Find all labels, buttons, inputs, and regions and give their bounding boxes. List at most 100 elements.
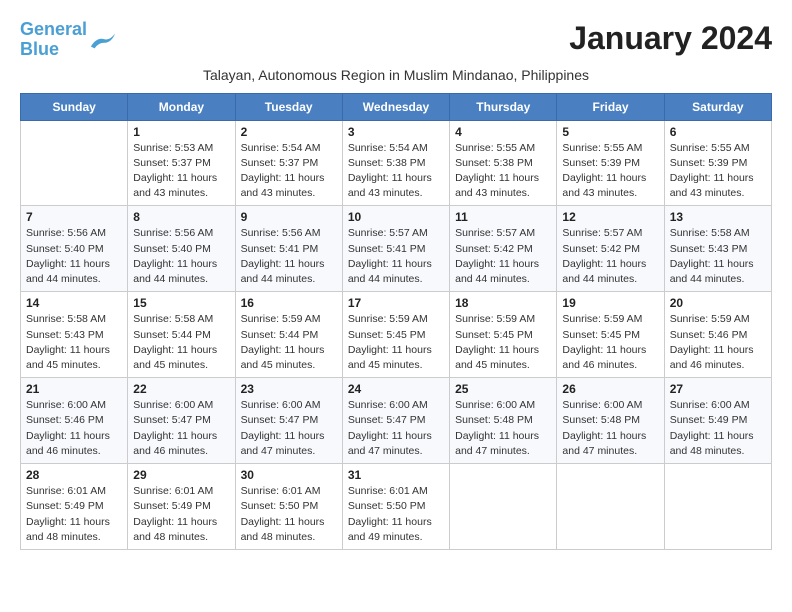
- day-number: 14: [26, 296, 122, 310]
- day-info: Sunrise: 5:55 AMSunset: 5:39 PMDaylight:…: [562, 141, 658, 202]
- day-info: Sunrise: 6:00 AMSunset: 5:49 PMDaylight:…: [670, 398, 766, 459]
- day-info: Sunrise: 5:59 AMSunset: 5:44 PMDaylight:…: [241, 312, 337, 373]
- day-info: Sunrise: 5:59 AMSunset: 5:46 PMDaylight:…: [670, 312, 766, 373]
- day-number: 12: [562, 210, 658, 224]
- day-of-week-header: Wednesday: [342, 93, 449, 120]
- day-info: Sunrise: 5:56 AMSunset: 5:40 PMDaylight:…: [26, 226, 122, 287]
- calendar-cell: [664, 464, 771, 550]
- calendar-cell: 25 Sunrise: 6:00 AMSunset: 5:48 PMDayligh…: [450, 378, 557, 464]
- day-number: 28: [26, 468, 122, 482]
- calendar-cell: 26 Sunrise: 6:00 AMSunset: 5:48 PMDayligh…: [557, 378, 664, 464]
- day-number: 24: [348, 382, 444, 396]
- day-info: Sunrise: 6:00 AMSunset: 5:46 PMDaylight:…: [26, 398, 122, 459]
- day-info: Sunrise: 5:59 AMSunset: 5:45 PMDaylight:…: [455, 312, 551, 373]
- day-of-week-header: Monday: [128, 93, 235, 120]
- day-number: 31: [348, 468, 444, 482]
- day-number: 25: [455, 382, 551, 396]
- day-info: Sunrise: 6:01 AMSunset: 5:50 PMDaylight:…: [241, 484, 337, 545]
- day-info: Sunrise: 5:59 AMSunset: 5:45 PMDaylight:…: [562, 312, 658, 373]
- day-info: Sunrise: 5:58 AMSunset: 5:44 PMDaylight:…: [133, 312, 229, 373]
- day-number: 20: [670, 296, 766, 310]
- calendar-cell: 1 Sunrise: 5:53 AMSunset: 5:37 PMDaylight…: [128, 120, 235, 206]
- calendar-cell: 11Sunrise: 5:57 AMSunset: 5:42 PMDayligh…: [450, 206, 557, 292]
- calendar-cell: 19Sunrise: 5:59 AMSunset: 5:45 PMDayligh…: [557, 292, 664, 378]
- logo-bird-icon: [89, 29, 117, 51]
- calendar-cell: 17 Sunrise: 5:59 AMSunset: 5:45 PMDayligh…: [342, 292, 449, 378]
- calendar-cell: 29Sunrise: 6:01 AMSunset: 5:49 PMDayligh…: [128, 464, 235, 550]
- calendar-cell: 13 Sunrise: 5:58 AMSunset: 5:43 PMDayligh…: [664, 206, 771, 292]
- day-number: 13: [670, 210, 766, 224]
- day-info: Sunrise: 5:58 AMSunset: 5:43 PMDaylight:…: [26, 312, 122, 373]
- calendar-cell: 6 Sunrise: 5:55 AMSunset: 5:39 PMDaylight…: [664, 120, 771, 206]
- day-number: 18: [455, 296, 551, 310]
- day-of-week-header: Sunday: [21, 93, 128, 120]
- day-number: 23: [241, 382, 337, 396]
- day-info: Sunrise: 5:56 AMSunset: 5:41 PMDaylight:…: [241, 226, 337, 287]
- day-info: Sunrise: 5:59 AMSunset: 5:45 PMDaylight:…: [348, 312, 444, 373]
- day-number: 1: [133, 125, 229, 139]
- calendar-cell: 21 Sunrise: 6:00 AMSunset: 5:46 PMDayligh…: [21, 378, 128, 464]
- day-info: Sunrise: 5:54 AMSunset: 5:37 PMDaylight:…: [241, 141, 337, 202]
- calendar-cell: 9 Sunrise: 5:56 AMSunset: 5:41 PMDaylight…: [235, 206, 342, 292]
- calendar-cell: 2Sunrise: 5:54 AMSunset: 5:37 PMDaylight…: [235, 120, 342, 206]
- day-number: 29: [133, 468, 229, 482]
- calendar-cell: 4 Sunrise: 5:55 AMSunset: 5:38 PMDaylight…: [450, 120, 557, 206]
- day-info: Sunrise: 5:57 AMSunset: 5:41 PMDaylight:…: [348, 226, 444, 287]
- logo-text: General Blue: [20, 20, 87, 60]
- day-info: Sunrise: 5:56 AMSunset: 5:40 PMDaylight:…: [133, 226, 229, 287]
- day-of-week-header: Tuesday: [235, 93, 342, 120]
- day-number: 3: [348, 125, 444, 139]
- day-of-week-header: Thursday: [450, 93, 557, 120]
- calendar-cell: 31 Sunrise: 6:01 AMSunset: 5:50 PMDayligh…: [342, 464, 449, 550]
- calendar-cell: 3 Sunrise: 5:54 AMSunset: 5:38 PMDaylight…: [342, 120, 449, 206]
- day-number: 27: [670, 382, 766, 396]
- calendar-cell: 18 Sunrise: 5:59 AMSunset: 5:45 PMDayligh…: [450, 292, 557, 378]
- day-number: 8: [133, 210, 229, 224]
- calendar-cell: 16 Sunrise: 5:59 AMSunset: 5:44 PMDayligh…: [235, 292, 342, 378]
- day-number: 5: [562, 125, 658, 139]
- day-number: 21: [26, 382, 122, 396]
- calendar-cell: 12Sunrise: 5:57 AMSunset: 5:42 PMDayligh…: [557, 206, 664, 292]
- logo-line1: General: [20, 19, 87, 39]
- day-number: 30: [241, 468, 337, 482]
- day-number: 9: [241, 210, 337, 224]
- calendar-cell: [557, 464, 664, 550]
- day-info: Sunrise: 6:00 AMSunset: 5:48 PMDaylight:…: [562, 398, 658, 459]
- day-number: 17: [348, 296, 444, 310]
- day-info: Sunrise: 5:57 AMSunset: 5:42 PMDaylight:…: [455, 226, 551, 287]
- day-info: Sunrise: 6:01 AMSunset: 5:50 PMDaylight:…: [348, 484, 444, 545]
- calendar-cell: 27 Sunrise: 6:00 AMSunset: 5:49 PMDayligh…: [664, 378, 771, 464]
- day-number: 16: [241, 296, 337, 310]
- day-info: Sunrise: 6:00 AMSunset: 5:48 PMDaylight:…: [455, 398, 551, 459]
- month-title: January 2024: [569, 20, 772, 57]
- day-number: 6: [670, 125, 766, 139]
- day-number: 7: [26, 210, 122, 224]
- calendar-cell: 22Sunrise: 6:00 AMSunset: 5:47 PMDayligh…: [128, 378, 235, 464]
- day-info: Sunrise: 5:55 AMSunset: 5:38 PMDaylight:…: [455, 141, 551, 202]
- day-info: Sunrise: 5:55 AMSunset: 5:39 PMDaylight:…: [670, 141, 766, 202]
- day-number: 4: [455, 125, 551, 139]
- day-info: Sunrise: 6:00 AMSunset: 5:47 PMDaylight:…: [241, 398, 337, 459]
- day-info: Sunrise: 5:58 AMSunset: 5:43 PMDaylight:…: [670, 226, 766, 287]
- day-info: Sunrise: 6:01 AMSunset: 5:49 PMDaylight:…: [26, 484, 122, 545]
- calendar-cell: 10 Sunrise: 5:57 AMSunset: 5:41 PMDayligh…: [342, 206, 449, 292]
- day-number: 15: [133, 296, 229, 310]
- day-number: 10: [348, 210, 444, 224]
- calendar-cell: 28 Sunrise: 6:01 AMSunset: 5:49 PMDayligh…: [21, 464, 128, 550]
- calendar-cell: 24 Sunrise: 6:00 AMSunset: 5:47 PMDayligh…: [342, 378, 449, 464]
- logo-line2: Blue: [20, 39, 59, 59]
- calendar-cell: 20 Sunrise: 5:59 AMSunset: 5:46 PMDayligh…: [664, 292, 771, 378]
- location-subtitle: Talayan, Autonomous Region in Muslim Min…: [20, 67, 772, 83]
- day-of-week-header: Saturday: [664, 93, 771, 120]
- calendar-cell: 23 Sunrise: 6:00 AMSunset: 5:47 PMDayligh…: [235, 378, 342, 464]
- calendar-cell: 5 Sunrise: 5:55 AMSunset: 5:39 PMDaylight…: [557, 120, 664, 206]
- day-info: Sunrise: 5:53 AMSunset: 5:37 PMDaylight:…: [133, 141, 229, 202]
- day-number: 26: [562, 382, 658, 396]
- day-of-week-header: Friday: [557, 93, 664, 120]
- calendar-cell: [450, 464, 557, 550]
- day-info: Sunrise: 5:54 AMSunset: 5:38 PMDaylight:…: [348, 141, 444, 202]
- calendar-cell: 14 Sunrise: 5:58 AMSunset: 5:43 PMDayligh…: [21, 292, 128, 378]
- day-number: 22: [133, 382, 229, 396]
- day-info: Sunrise: 6:00 AMSunset: 5:47 PMDaylight:…: [348, 398, 444, 459]
- logo: General Blue: [20, 20, 117, 60]
